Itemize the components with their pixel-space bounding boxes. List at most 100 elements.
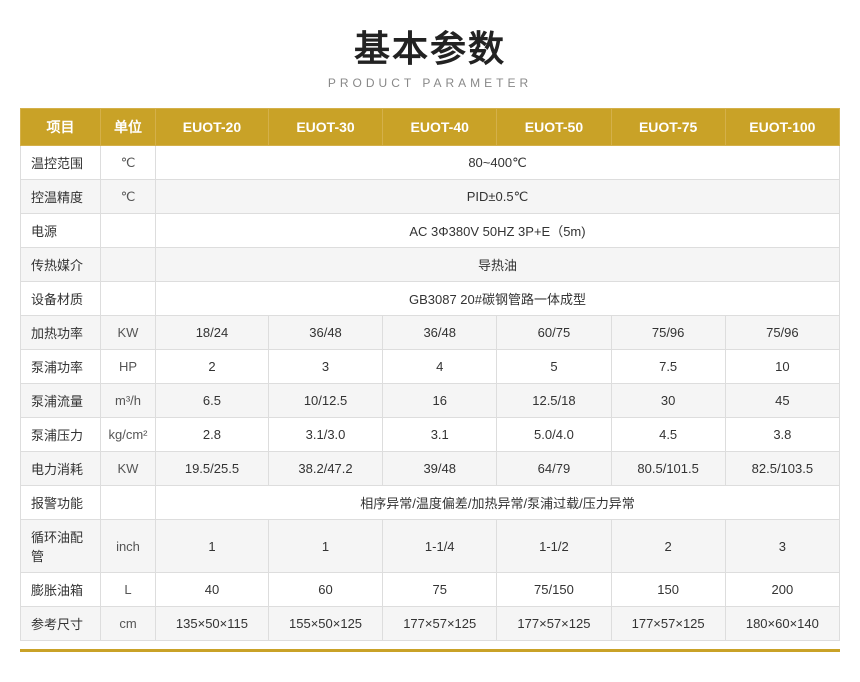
row-cell-8-2: 3.1 <box>383 418 497 452</box>
row-cell-13-5: 180×60×140 <box>725 607 839 641</box>
row-cell-5-2: 36/48 <box>383 316 497 350</box>
row-label-13: 参考尺寸 <box>21 607 101 641</box>
row-cell-11-2: 1-1/4 <box>383 520 497 573</box>
row-cell-5-3: 60/75 <box>497 316 611 350</box>
row-value-3: 导热油 <box>156 248 840 282</box>
row-label-6: 泵浦功率 <box>21 350 101 384</box>
column-header-3: EUOT-30 <box>268 109 382 146</box>
parameter-table: 项目单位EUOT-20EUOT-30EUOT-40EUOT-50EUOT-75E… <box>20 108 840 641</box>
row-label-2: 电源 <box>21 214 101 248</box>
table-row: 温控范围℃80~400℃ <box>21 146 840 180</box>
bottom-decorative-line <box>20 649 840 652</box>
row-cell-5-5: 75/96 <box>725 316 839 350</box>
row-cell-12-1: 60 <box>268 573 382 607</box>
row-cell-7-0: 6.5 <box>156 384 269 418</box>
table-row: 电力消耗KW19.5/25.538.2/47.239/4864/7980.5/1… <box>21 452 840 486</box>
column-header-1: 单位 <box>101 109 156 146</box>
row-cell-6-4: 7.5 <box>611 350 725 384</box>
row-cell-11-0: 1 <box>156 520 269 573</box>
row-cell-13-1: 155×50×125 <box>268 607 382 641</box>
row-cell-12-5: 200 <box>725 573 839 607</box>
row-label-3: 传热媒介 <box>21 248 101 282</box>
row-cell-6-0: 2 <box>156 350 269 384</box>
row-unit-1: ℃ <box>101 180 156 214</box>
table-row: 循环油配管inch111-1/41-1/223 <box>21 520 840 573</box>
row-value-1: PID±0.5℃ <box>156 180 840 214</box>
row-cell-8-0: 2.8 <box>156 418 269 452</box>
page-subtitle: PRODUCT PARAMETER <box>328 76 532 90</box>
row-unit-2 <box>101 214 156 248</box>
page-title: 基本参数 <box>354 20 506 72</box>
row-cell-7-2: 16 <box>383 384 497 418</box>
row-cell-12-4: 150 <box>611 573 725 607</box>
row-cell-6-3: 5 <box>497 350 611 384</box>
table-row: 报警功能 相序异常/温度偏差/加热异常/泵浦过载/压力异常 <box>21 486 840 520</box>
row-cell-5-1: 36/48 <box>268 316 382 350</box>
row-cell-9-3: 64/79 <box>497 452 611 486</box>
row-cell-11-5: 3 <box>725 520 839 573</box>
row-cell-13-2: 177×57×125 <box>383 607 497 641</box>
column-header-4: EUOT-40 <box>383 109 497 146</box>
column-header-6: EUOT-75 <box>611 109 725 146</box>
row-cell-13-4: 177×57×125 <box>611 607 725 641</box>
row-unit-7: m³/h <box>101 384 156 418</box>
row-unit-10 <box>101 486 156 520</box>
row-value-2: AC 3Φ380V 50HZ 3P+E（5m) <box>156 214 840 248</box>
row-cell-9-2: 39/48 <box>383 452 497 486</box>
row-cell-11-1: 1 <box>268 520 382 573</box>
row-cell-7-3: 12.5/18 <box>497 384 611 418</box>
row-label-1: 控温精度 <box>21 180 101 214</box>
row-cell-12-3: 75/150 <box>497 573 611 607</box>
row-cell-7-1: 10/12.5 <box>268 384 382 418</box>
row-cell-8-3: 5.0/4.0 <box>497 418 611 452</box>
row-cell-11-4: 2 <box>611 520 725 573</box>
row-cell-12-0: 40 <box>156 573 269 607</box>
column-header-0: 项目 <box>21 109 101 146</box>
row-value-4: GB3087 20#碳钢管路一体成型 <box>156 282 840 316</box>
row-unit-12: L <box>101 573 156 607</box>
row-cell-13-0: 135×50×115 <box>156 607 269 641</box>
row-cell-5-4: 75/96 <box>611 316 725 350</box>
table-row: 设备材质 GB3087 20#碳钢管路一体成型 <box>21 282 840 316</box>
table-row: 控温精度℃PID±0.5℃ <box>21 180 840 214</box>
table-row: 参考尺寸cm135×50×115155×50×125177×57×125177×… <box>21 607 840 641</box>
row-cell-9-0: 19.5/25.5 <box>156 452 269 486</box>
row-label-8: 泵浦压力 <box>21 418 101 452</box>
row-label-9: 电力消耗 <box>21 452 101 486</box>
row-label-4: 设备材质 <box>21 282 101 316</box>
table-row: 加热功率KW18/2436/4836/4860/7575/9675/96 <box>21 316 840 350</box>
row-unit-9: KW <box>101 452 156 486</box>
row-unit-3 <box>101 248 156 282</box>
row-cell-6-2: 4 <box>383 350 497 384</box>
column-header-7: EUOT-100 <box>725 109 839 146</box>
row-cell-7-4: 30 <box>611 384 725 418</box>
table-row: 膨胀油箱L40607575/150150200 <box>21 573 840 607</box>
column-header-5: EUOT-50 <box>497 109 611 146</box>
row-label-0: 温控范围 <box>21 146 101 180</box>
row-value-10: 相序异常/温度偏差/加热异常/泵浦过载/压力异常 <box>156 486 840 520</box>
table-row: 泵浦功率HP23457.510 <box>21 350 840 384</box>
row-label-5: 加热功率 <box>21 316 101 350</box>
row-cell-12-2: 75 <box>383 573 497 607</box>
table-row: 泵浦流量m³/h6.510/12.51612.5/183045 <box>21 384 840 418</box>
row-label-10: 报警功能 <box>21 486 101 520</box>
row-unit-11: inch <box>101 520 156 573</box>
row-unit-4 <box>101 282 156 316</box>
row-cell-7-5: 45 <box>725 384 839 418</box>
row-label-12: 膨胀油箱 <box>21 573 101 607</box>
row-label-7: 泵浦流量 <box>21 384 101 418</box>
row-cell-13-3: 177×57×125 <box>497 607 611 641</box>
row-cell-5-0: 18/24 <box>156 316 269 350</box>
table-row: 传热媒介 导热油 <box>21 248 840 282</box>
row-cell-11-3: 1-1/2 <box>497 520 611 573</box>
row-cell-8-4: 4.5 <box>611 418 725 452</box>
column-header-2: EUOT-20 <box>156 109 269 146</box>
row-label-11: 循环油配管 <box>21 520 101 573</box>
row-cell-9-5: 82.5/103.5 <box>725 452 839 486</box>
row-unit-13: cm <box>101 607 156 641</box>
row-unit-8: kg/cm² <box>101 418 156 452</box>
row-unit-6: HP <box>101 350 156 384</box>
row-cell-8-5: 3.8 <box>725 418 839 452</box>
row-unit-5: KW <box>101 316 156 350</box>
row-cell-6-1: 3 <box>268 350 382 384</box>
